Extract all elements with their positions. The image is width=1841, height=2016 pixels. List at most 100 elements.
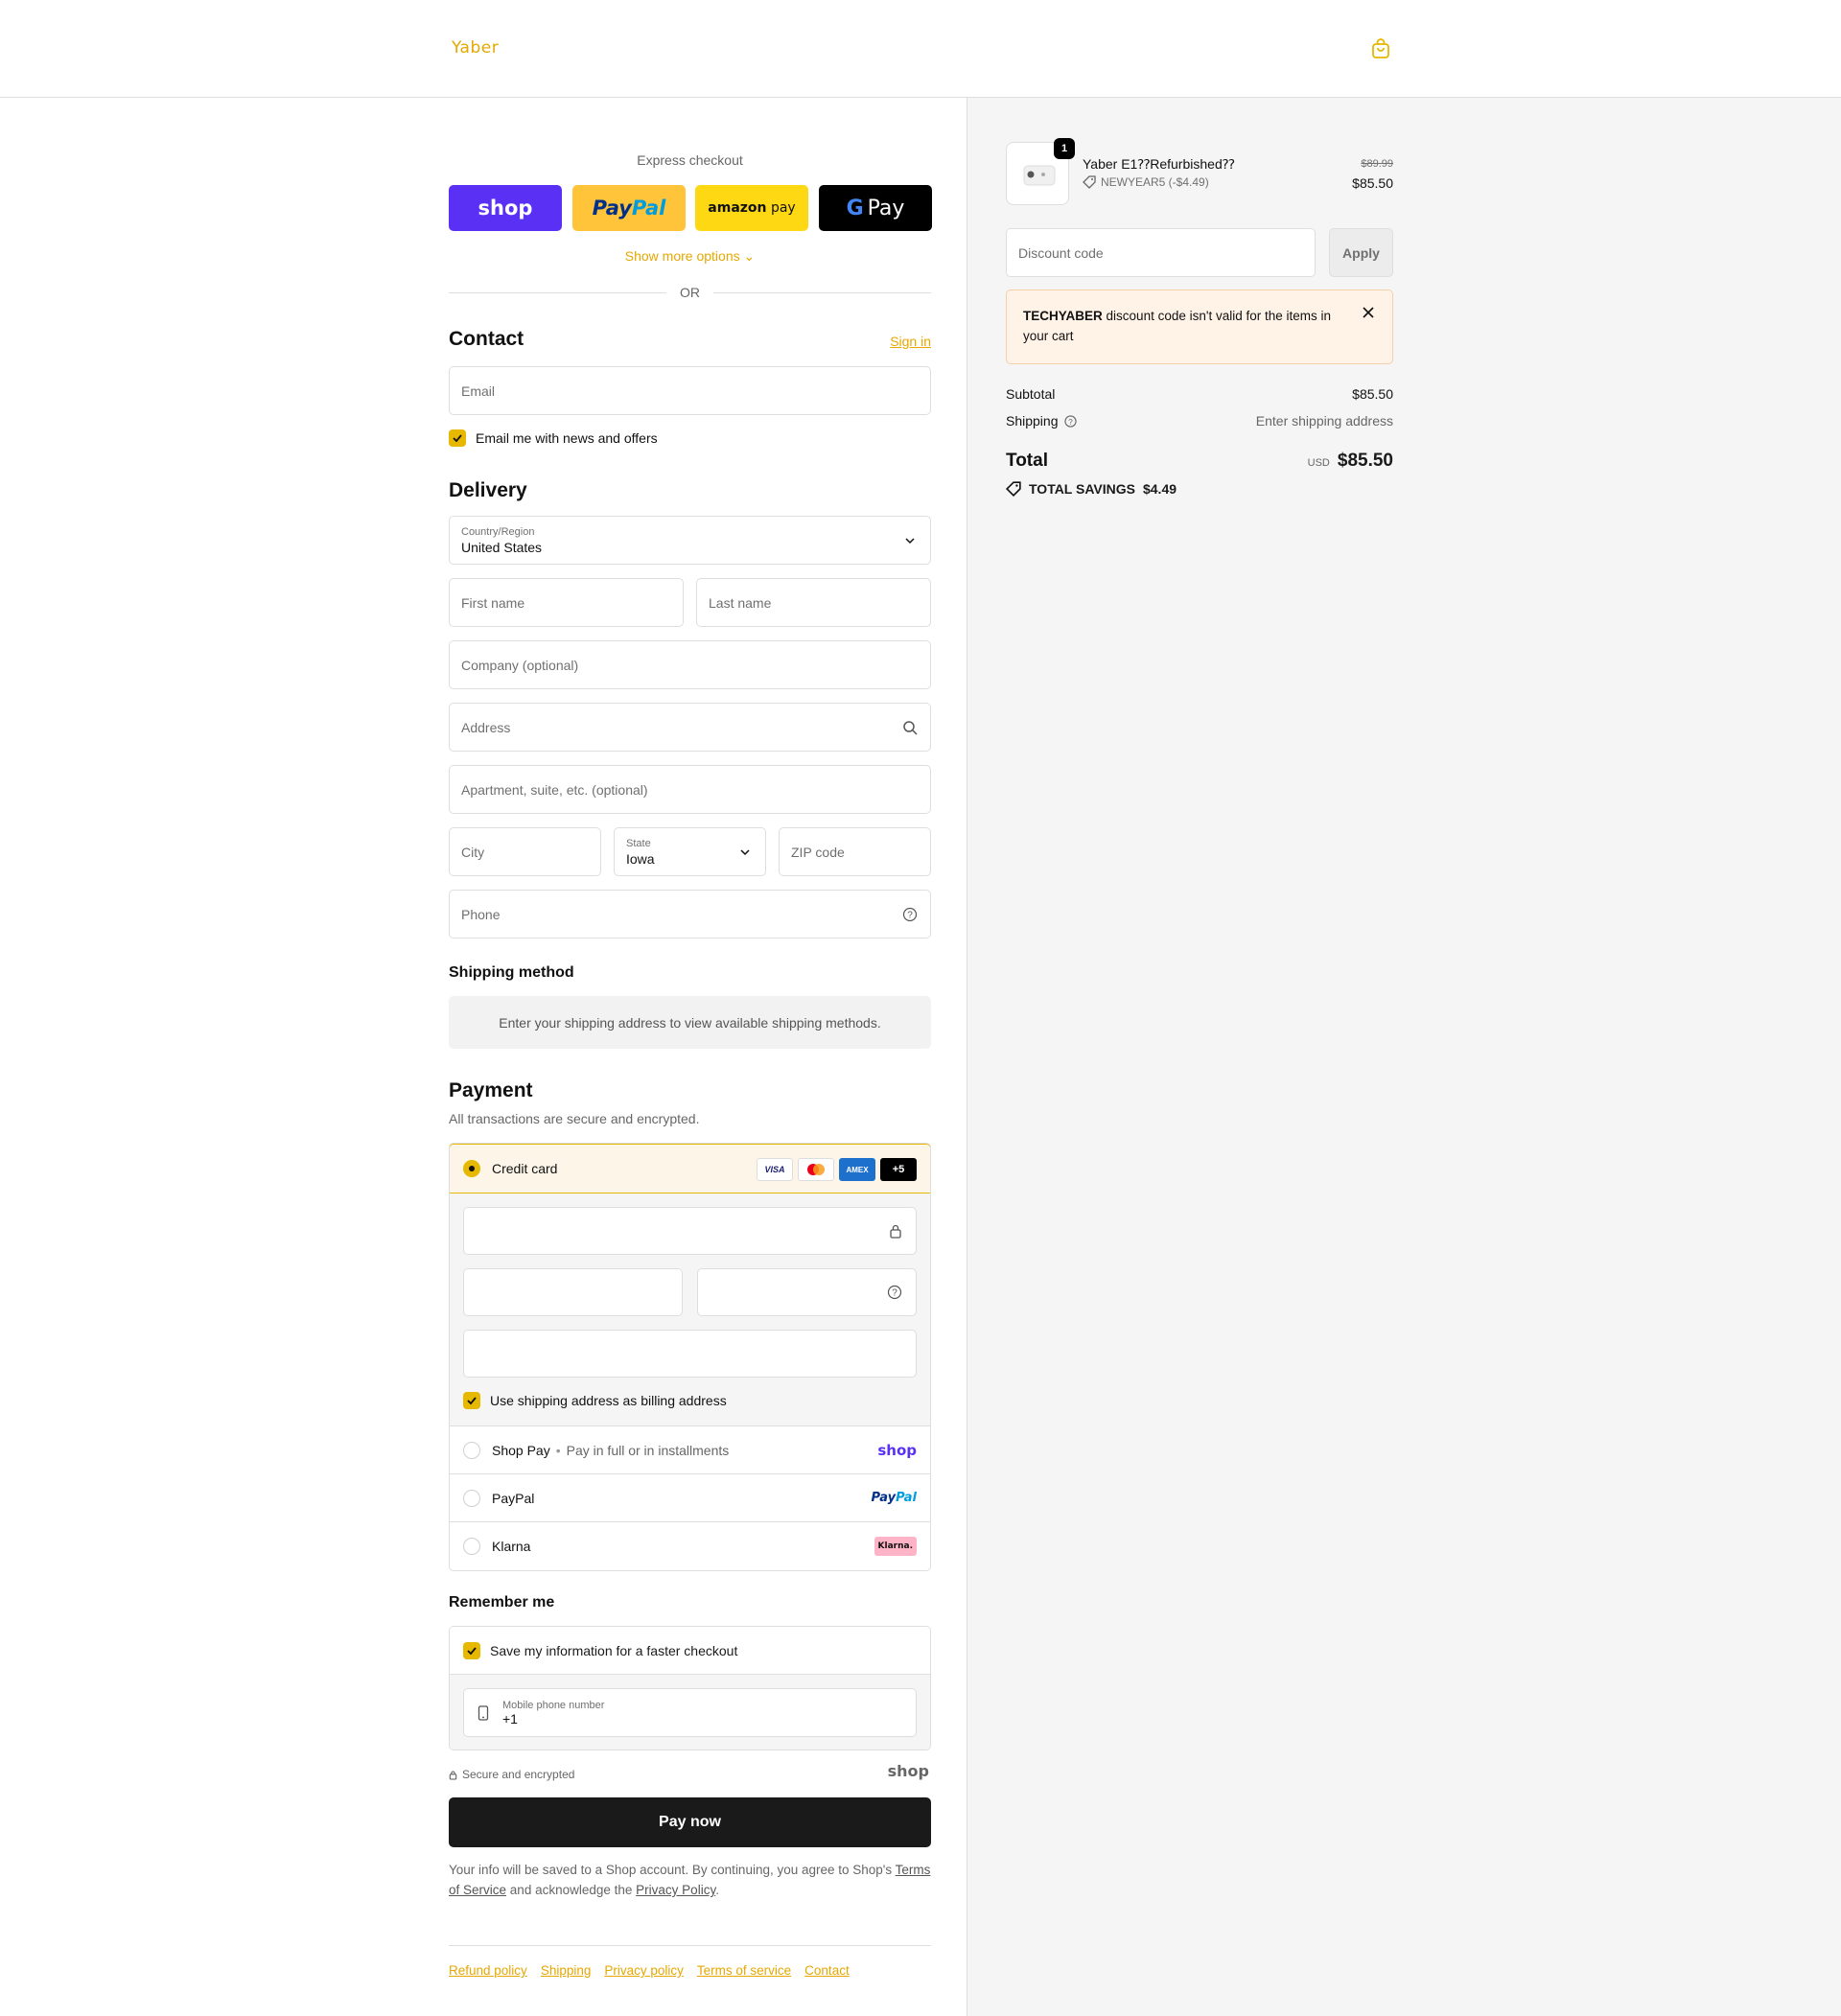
shop-logo: shop [887,1762,929,1780]
order-summary: 1 Yaber E1⁇Refurbished⁇ NEWYEAR5 (-$4.49… [967,98,1841,2016]
legal-text-2: and acknowledge the [509,1883,633,1897]
shop-pay-radio[interactable] [463,1441,480,1459]
last-name-field[interactable]: Last name [696,578,931,627]
total-value: $85.50 [1337,451,1393,471]
payment-methods: Credit card VISA AMEX +5 ? Use shipping … [449,1143,931,1571]
discount-error-alert: TECHYABER discount code isn't valid for … [1006,290,1393,364]
security-code-field[interactable]: ? [697,1268,917,1316]
shipping-value: Enter shipping address [1255,413,1393,429]
address-placeholder: Address [461,719,511,735]
chevron-down-icon [740,848,750,855]
quantity-badge: 1 [1054,138,1075,159]
check-icon [467,1646,477,1655]
contact-link[interactable]: Contact [804,1963,850,1978]
credit-card-radio[interactable] [463,1160,480,1177]
state-select[interactable]: State Iowa [614,827,766,876]
shipping-method-placeholder: Enter your shipping address to view avai… [449,996,931,1049]
footer-links: Refund policy Shipping Privacy policy Te… [449,1963,850,1978]
shipping-row: Shipping ? [1006,413,1077,429]
amazon-pay-button[interactable]: amazon pay [695,185,808,231]
svg-text:?: ? [907,910,913,920]
shop-pay-option[interactable]: Shop Pay • Pay in full or in installment… [450,1425,930,1473]
paypal-radio[interactable] [463,1489,480,1507]
first-name-field[interactable]: First name [449,578,684,627]
savings-value: $4.49 [1142,481,1177,497]
or-divider: OR [449,283,931,302]
city-field[interactable]: City [449,827,601,876]
card-number-field[interactable] [463,1207,917,1255]
shipping-link[interactable]: Shipping [541,1963,592,1978]
show-more-options-link[interactable]: Show more options ⌄ [449,248,931,265]
email-field[interactable]: Email [449,366,931,415]
shipping-method-title: Shipping method [449,964,574,981]
svg-text:?: ? [892,1288,897,1299]
amazon-pay-text: pay [770,200,796,216]
apply-button[interactable]: Apply [1329,228,1393,277]
state-label: State [626,837,651,849]
country-select[interactable]: Country/Region United States [449,516,931,565]
billing-checkbox-row[interactable]: Use shipping address as billing address [463,1392,727,1409]
discount-code-input[interactable]: Discount code [1006,228,1316,277]
mobile-phone-icon [478,1704,489,1721]
google-pay-button[interactable]: G Pay [819,185,932,231]
secure-text: Secure and encrypted [462,1768,575,1781]
privacy-policy-link[interactable]: Privacy Policy [636,1883,715,1897]
klarna-option[interactable]: Klarna Klarna. [450,1521,930,1569]
refund-policy-link[interactable]: Refund policy [449,1963,527,1978]
paypal-button[interactable]: Pay Pal [572,185,686,231]
shopping-bag-icon[interactable] [1370,38,1391,59]
billing-checkbox[interactable] [463,1392,480,1409]
check-icon [453,434,462,443]
card-brands: VISA AMEX +5 [757,1158,917,1181]
address-field[interactable]: Address [449,703,931,752]
mobile-value: +1 [502,1710,518,1726]
total-label: Total [1006,451,1048,471]
klarna-radio[interactable] [463,1537,480,1555]
close-icon[interactable] [1362,306,1375,319]
country-label: Country/Region [461,525,535,538]
help-icon[interactable]: ? [902,907,918,922]
google-g-icon: G [846,196,864,220]
tag-icon [1006,481,1021,497]
subtotal-label: Subtotal [1006,386,1056,402]
news-checkbox[interactable] [449,429,466,447]
expiry-field[interactable] [463,1268,683,1316]
express-checkout-title: Express checkout [637,152,743,168]
help-icon[interactable]: ? [887,1285,902,1300]
save-info-row[interactable]: Save my information for a faster checkou… [450,1627,930,1675]
more-brands-badge: +5 [880,1158,917,1181]
billing-label: Use shipping address as billing address [490,1393,727,1408]
shop-pay-button[interactable]: shop [449,185,562,231]
shipping-label: Shipping [1006,413,1059,429]
zip-field[interactable]: ZIP code [779,827,931,876]
or-text: OR [680,285,700,300]
phone-field[interactable]: Phone ? [449,890,931,938]
name-on-card-field[interactable] [463,1330,917,1378]
gpay-text: Pay [867,196,905,220]
savings-label: TOTAL SAVINGS [1029,481,1135,497]
privacy-policy-footer-link[interactable]: Privacy policy [604,1963,684,1978]
shop-logo: shop [877,1441,917,1459]
credit-card-option[interactable]: Credit card VISA AMEX +5 [450,1144,930,1193]
check-icon [467,1397,477,1405]
company-field[interactable]: Company (optional) [449,640,931,689]
help-icon[interactable]: ? [1063,414,1077,428]
terms-of-service-footer-link[interactable]: Terms of service [697,1963,791,1978]
brand-logo[interactable]: Yaber [452,38,499,58]
legal-text-1: Your info will be saved to a Shop accoun… [449,1863,893,1877]
phone-placeholder: Phone [461,906,501,922]
pay-now-button[interactable]: Pay now [449,1797,931,1847]
header: Yaber [0,0,1841,98]
show-more-text: Show more options [624,248,740,264]
payment-title: Payment [449,1079,533,1101]
apartment-field[interactable]: Apartment, suite, etc. (optional) [449,765,931,814]
klarna-logo: Klarna. [874,1536,917,1556]
save-info-checkbox[interactable] [463,1641,480,1659]
news-checkbox-row[interactable]: Email me with news and offers [449,429,658,447]
country-value: United States [461,539,543,555]
sign-in-link[interactable]: Sign in [890,334,931,349]
news-label: Email me with news and offers [476,430,658,446]
shop-pay-label: Shop Pay [492,1442,550,1458]
paypal-option[interactable]: PayPal PayPal [450,1473,930,1521]
mobile-phone-field[interactable]: Mobile phone number +1 [463,1688,917,1737]
